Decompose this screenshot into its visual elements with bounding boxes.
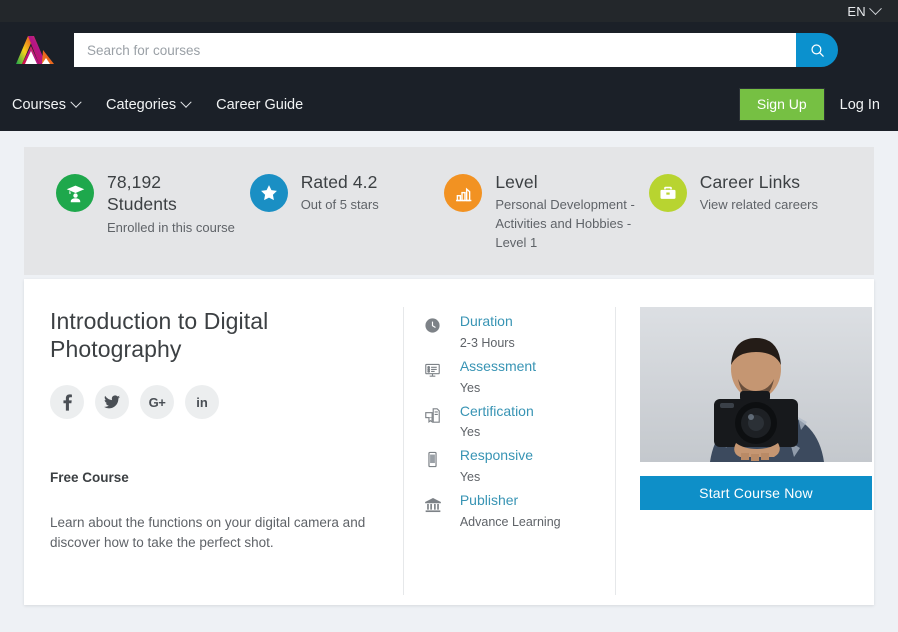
page-content: 78,192 Students Enrolled in this course … — [0, 131, 898, 605]
chevron-down-icon — [180, 96, 192, 108]
detail-row-assessment: Assessment Yes — [422, 358, 615, 395]
search-bar — [74, 33, 838, 67]
nav-links: Courses Categories Career Guide — [12, 96, 303, 113]
chevron-down-icon — [869, 1, 882, 15]
detail-value: Yes — [459, 425, 481, 440]
detail-text: Duration 2-3 Hours — [460, 313, 515, 350]
stat-level: Level Personal Development - Activities … — [444, 171, 648, 253]
search-icon — [810, 43, 824, 57]
course-hero-image — [640, 306, 872, 462]
search-input[interactable] — [74, 33, 796, 67]
stat-subtext: Enrolled in this course — [107, 219, 235, 235]
detail-label[interactable]: Duration — [460, 313, 515, 330]
detail-label[interactable]: Certification — [460, 403, 534, 420]
detail-text: Responsive Yes — [460, 447, 533, 484]
graduation-student-icon — [56, 174, 94, 212]
detail-label[interactable]: Responsive — [460, 447, 533, 464]
detail-text: Publisher Advance Learning — [460, 492, 561, 529]
language-label: EN — [847, 3, 866, 19]
stat-text: Rated 4.2 Out of 5 stars — [301, 171, 379, 215]
stat-text: Level Personal Development - Activities … — [495, 171, 648, 253]
course-stats-bar: 78,192 Students Enrolled in this course … — [24, 147, 874, 275]
star-icon — [249, 174, 288, 212]
price-label: Free Course — [50, 470, 129, 486]
detail-value: 2-3 Hours — [459, 335, 515, 350]
detail-text: Assessment Yes — [460, 358, 536, 395]
nav-item-label: Career Guide — [216, 96, 304, 113]
linkedin-icon[interactable]: in — [185, 385, 219, 420]
course-detail-card: Introduction to Digital Photography G+ i… — [24, 278, 874, 605]
detail-text: Certification Yes — [460, 403, 534, 440]
bank-icon — [422, 492, 444, 514]
brand-logo-icon[interactable] — [12, 30, 58, 70]
search-button[interactable] — [796, 33, 838, 67]
course-media-column: Start Course Now — [616, 306, 872, 595]
clock-icon — [422, 313, 444, 334]
chevron-down-icon — [70, 96, 82, 108]
stat-label: Students — [107, 194, 177, 215]
nav-item-label: Courses — [12, 96, 66, 113]
course-description: Learn about the functions on your digita… — [50, 515, 366, 551]
bar-chart-level-icon — [444, 174, 483, 212]
assessment-icon — [422, 358, 444, 379]
sign-up-button[interactable]: Sign Up — [739, 89, 824, 120]
stat-rating: Rated 4.2 Out of 5 stars — [249, 171, 445, 215]
linkedin-glyph: in — [196, 394, 208, 410]
nav-item-label: Categories — [106, 96, 177, 113]
detail-row-responsive: Responsive Yes — [422, 447, 615, 484]
log-in-link[interactable]: Log In — [840, 97, 880, 113]
stat-students: 78,192 Students Enrolled in this course — [40, 171, 250, 238]
facebook-icon[interactable] — [50, 385, 84, 420]
certificate-icon — [422, 403, 444, 424]
stat-subtext: Out of 5 stars — [300, 197, 379, 213]
twitter-icon[interactable] — [95, 385, 129, 420]
course-attributes-column: Duration 2-3 Hours Assessment Yes Certif… — [402, 306, 616, 595]
stat-career-links[interactable]: Career Links View related careers — [648, 171, 858, 215]
google-plus-icon[interactable]: G+ — [140, 385, 174, 420]
detail-row-certification: Certification Yes — [422, 403, 615, 440]
stat-value: Rated 4.2 — [300, 172, 378, 192]
nav-item-career-guide[interactable]: Career Guide — [216, 97, 303, 113]
stat-subtext: Personal Development - Activities and Ho… — [495, 197, 635, 251]
stat-text: 78,192 Students Enrolled in this course — [107, 171, 235, 238]
stat-text: Career Links View related careers — [700, 171, 818, 215]
nav-item-courses[interactable]: Courses — [12, 96, 82, 113]
masthead — [0, 22, 898, 78]
main-navigation: Courses Categories Career Guide Sign Up … — [0, 78, 898, 131]
top-utility-bar: EN — [0, 0, 898, 22]
nav-account-actions: Sign Up Log In — [739, 89, 880, 120]
detail-row-duration: Duration 2-3 Hours — [422, 313, 615, 350]
stat-value: Career Links — [699, 172, 801, 192]
course-summary-column: Introduction to Digital Photography G+ i… — [50, 307, 403, 595]
social-share-row: G+ in — [50, 385, 385, 420]
detail-label[interactable]: Publisher — [460, 492, 561, 509]
briefcase-icon — [648, 174, 687, 212]
detail-value: Yes — [459, 470, 481, 485]
detail-value: Advance Learning — [459, 514, 561, 529]
stat-subtext[interactable]: View related careers — [700, 196, 818, 215]
page-title: Introduction to Digital Photography — [50, 307, 269, 362]
start-course-button[interactable]: Start Course Now — [640, 475, 872, 510]
nav-item-categories[interactable]: Categories — [106, 96, 192, 113]
mobile-icon — [422, 447, 444, 468]
detail-label[interactable]: Assessment — [460, 358, 536, 375]
stat-value: Level — [495, 172, 538, 192]
stat-value: 78,192 — [107, 172, 162, 192]
google-plus-glyph: G+ — [148, 394, 166, 410]
language-selector[interactable]: EN — [847, 1, 882, 19]
detail-row-publisher: Publisher Advance Learning — [422, 492, 615, 529]
detail-value: Yes — [459, 380, 481, 395]
